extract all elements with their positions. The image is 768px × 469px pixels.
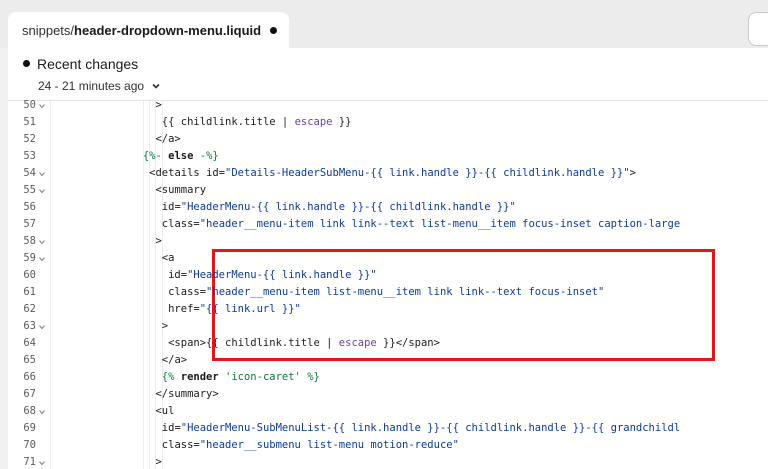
code-line: <summary: [155, 184, 207, 196]
code-line: <details id="Details-HeaderSubMenu-{{ li…: [149, 167, 636, 179]
time-range-dropdown[interactable]: 24 - 21 minutes ago: [38, 79, 144, 93]
code-line: id="HeaderMenu-{{ link.handle }}-{{ chil…: [161, 201, 516, 213]
line-number: 65: [23, 354, 36, 366]
code-line: <ul: [155, 405, 175, 417]
line-number: 71: [23, 456, 36, 468]
side-button[interactable]: [748, 12, 768, 46]
line-number: 60: [23, 269, 36, 281]
line-number: 52: [23, 133, 36, 145]
code-line: <a: [161, 252, 175, 264]
line-number: 66: [23, 371, 36, 383]
line-number: 68: [23, 405, 36, 417]
line-number: 64: [23, 337, 36, 349]
code-line: {%- else -%}: [142, 150, 219, 162]
code-line: id="HeaderMenu-{{ link.handle }}": [168, 269, 377, 281]
line-number: 70: [23, 439, 36, 451]
code-line: >: [155, 99, 162, 111]
line-number: 59: [23, 252, 36, 264]
dot-icon: [270, 27, 277, 34]
code-line: </summary>: [155, 388, 219, 400]
line-number: 53: [23, 150, 36, 162]
code-line: >: [155, 456, 162, 468]
fold-chevron-icon[interactable]: [38, 102, 46, 110]
fold-chevron-icon[interactable]: [38, 323, 46, 331]
line-number: 58: [23, 235, 36, 247]
line-number: 69: [23, 422, 36, 434]
line-number: 51: [23, 116, 36, 128]
line-number: 55: [23, 184, 36, 196]
line-number: 50: [23, 99, 36, 111]
bullet-icon: [23, 60, 30, 67]
fold-chevron-icon[interactable]: [38, 170, 46, 178]
code-line: class="header__menu-item list-menu__item…: [168, 286, 605, 298]
tab-directory: snippets/: [22, 23, 75, 38]
line-number: 63: [23, 320, 36, 332]
editor-panel: Recent changes 24 - 21 minutes ago 50 51 5…: [8, 48, 768, 469]
tab-filename: header-dropdown-menu.liquid: [74, 23, 262, 38]
file-tab[interactable]: snippets/header-dropdown-menu.liquid: [8, 12, 289, 48]
code-line: class="header__menu-item link link--text…: [161, 218, 681, 230]
fold-chevron-icon[interactable]: [38, 238, 46, 246]
line-number: 61: [23, 286, 36, 298]
code-editor[interactable]: 50 51 52 53 54 55 56 57 58 59 60 61 62 63 64 65 66 67 68 69…: [8, 99, 768, 469]
line-number: 62: [23, 303, 36, 315]
code-line: <span>{{ childlink.title | escape }}</sp…: [168, 337, 440, 349]
line-number: 56: [23, 201, 36, 213]
code-line: {{ childlink.title | escape }}: [161, 116, 352, 128]
fold-chevron-icon[interactable]: [38, 187, 46, 195]
recent-changes-header: Recent changes 24 - 21 minutes ago: [8, 48, 768, 100]
code-line: >: [155, 235, 162, 247]
code-line: id="HeaderMenu-SubMenuList-{{ link.handl…: [161, 422, 681, 434]
fold-chevron-icon[interactable]: [38, 255, 46, 263]
line-number: 54: [23, 167, 36, 179]
chevron-down-icon[interactable]: [150, 80, 162, 92]
code-line: >: [161, 320, 169, 332]
fold-chevron-icon[interactable]: [38, 408, 46, 416]
recent-changes-title: Recent changes: [37, 56, 139, 72]
code-line: class="header__submenu list-menu motion-…: [161, 439, 459, 451]
tab-bar: snippets/header-dropdown-menu.liquid: [0, 0, 768, 48]
code-line: </a>: [155, 133, 181, 145]
line-number: 67: [23, 388, 36, 400]
line-number: 57: [23, 218, 36, 230]
fold-chevron-icon[interactable]: [38, 459, 46, 467]
code-line: </a>: [161, 354, 188, 366]
code-line: href="{{ link.url }}": [168, 303, 301, 315]
code-line: {% render 'icon-caret' %}: [161, 371, 320, 383]
line-number-gutter: 50 51 52 53 54 55 56 57 58 59 60 61 62 63 64 65 66 67 68 69…: [8, 99, 51, 469]
